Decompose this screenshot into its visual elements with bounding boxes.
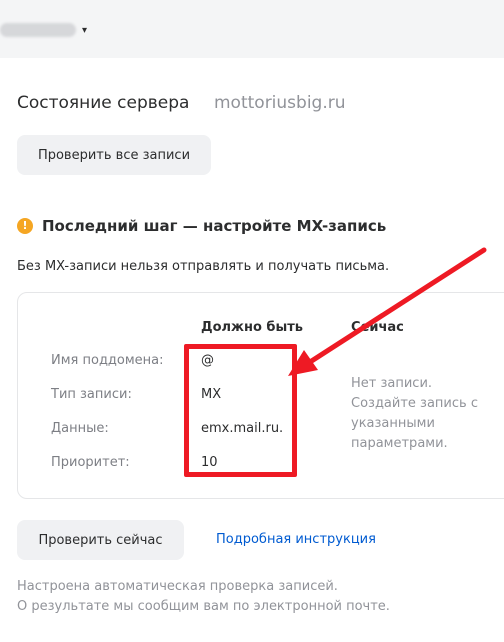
step-description: Без MX-записи нельзя отправлять и получа… (17, 259, 390, 274)
row-label-subdomain: Имя поддомена: (51, 353, 164, 368)
column-header-should-be: Должно быть (201, 320, 303, 335)
warning-icon: ! (17, 218, 33, 234)
row-label-data: Данные: (51, 421, 109, 436)
auto-check-line-1: Настроена автоматическая проверка записе… (17, 579, 338, 594)
current-status-text: Нет записи. Создайте запись с указанными… (351, 376, 478, 451)
top-bar: ▾ (0, 0, 504, 58)
page-title: Состояние сервера (17, 93, 190, 113)
step-title: Последний шаг — настройте MX-запись (42, 217, 387, 235)
check-all-records-button[interactable]: Проверить все записи (17, 135, 211, 175)
check-now-button[interactable]: Проверить сейчас (17, 520, 184, 560)
chevron-down-icon: ▾ (82, 24, 88, 36)
auto-check-line-2: О результате мы сообщим вам по электронн… (17, 599, 390, 614)
account-switcher[interactable]: ▾ (0, 20, 87, 40)
account-name-blurred (0, 23, 76, 37)
row-label-record-type: Тип записи: (51, 387, 132, 402)
annotation-highlight-box (184, 344, 297, 477)
auto-check-notice: Настроена автоматическая проверка записе… (17, 577, 390, 617)
column-header-current: Сейчас (351, 320, 404, 335)
domain-name: mottoriusbig.ru (214, 93, 346, 113)
instruction-link[interactable]: Подробная инструкция (216, 532, 376, 548)
row-label-priority: Приоритет: (51, 455, 130, 470)
